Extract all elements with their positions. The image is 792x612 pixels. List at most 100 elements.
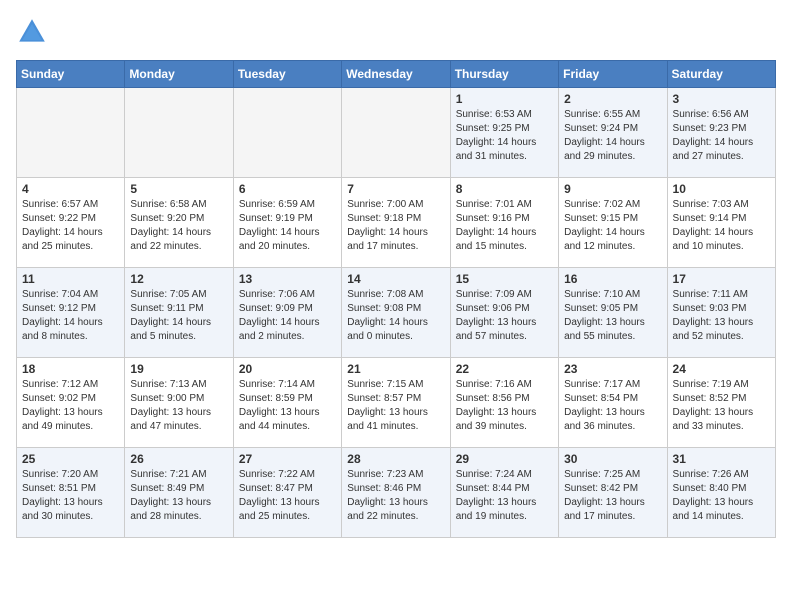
calendar-cell: 21 Sunrise: 7:15 AM Sunset: 8:57 PM Dayli… <box>342 358 450 448</box>
weekday-header-monday: Monday <box>125 61 233 88</box>
calendar-week-row: 1 Sunrise: 6:53 AM Sunset: 9:25 PM Daylig… <box>17 88 776 178</box>
day-number: 29 <box>456 452 553 466</box>
day-info: Sunrise: 7:17 AM Sunset: 8:54 PM Dayligh… <box>564 378 661 434</box>
day-info: Sunrise: 7:15 AM Sunset: 8:57 PM Dayligh… <box>347 378 444 434</box>
day-number: 3 <box>673 92 770 106</box>
calendar-cell: 24Sunrise: 7:19 AM Sunset: 8:52 PM Dayli… <box>667 358 775 448</box>
calendar-cell <box>233 88 341 178</box>
day-info: Sunrise: 7:05 AM Sunset: 9:11 PM Dayligh… <box>130 288 227 344</box>
calendar-cell: 18 Sunrise: 7:12 AM Sunset: 9:02 PM Dayli… <box>17 358 125 448</box>
day-info: Sunrise: 7:25 AM Sunset: 8:42 PM Dayligh… <box>564 468 661 524</box>
calendar-cell: 13 Sunrise: 7:06 AM Sunset: 9:09 PM Dayli… <box>233 268 341 358</box>
calendar-cell: 26 Sunrise: 7:21 AM Sunset: 8:49 PM Dayli… <box>125 448 233 538</box>
day-info: Sunrise: 7:11 AM Sunset: 9:03 PM Dayligh… <box>673 288 770 344</box>
day-info: Sunrise: 7:23 AM Sunset: 8:46 PM Dayligh… <box>347 468 444 524</box>
day-number: 14 <box>347 272 444 286</box>
calendar-cell: 3 Sunrise: 6:56 AM Sunset: 9:23 PM Daylig… <box>667 88 775 178</box>
day-info: Sunrise: 6:53 AM Sunset: 9:25 PM Dayligh… <box>456 108 553 164</box>
day-number: 7 <box>347 182 444 196</box>
day-number: 12 <box>130 272 227 286</box>
calendar-cell: 30Sunrise: 7:25 AM Sunset: 8:42 PM Dayli… <box>559 448 667 538</box>
day-info: Sunrise: 7:08 AM Sunset: 9:08 PM Dayligh… <box>347 288 444 344</box>
day-info: Sunrise: 7:12 AM Sunset: 9:02 PM Dayligh… <box>22 378 119 434</box>
calendar-cell: 27 Sunrise: 7:22 AM Sunset: 8:47 PM Dayli… <box>233 448 341 538</box>
day-info: Sunrise: 6:58 AM Sunset: 9:20 PM Dayligh… <box>130 198 227 254</box>
calendar-cell: 31 Sunrise: 7:26 AM Sunset: 8:40 PM Dayli… <box>667 448 775 538</box>
calendar-table: SundayMondayTuesdayWednesdayThursdayFrid… <box>16 60 776 538</box>
calendar-cell: 14 Sunrise: 7:08 AM Sunset: 9:08 PM Dayli… <box>342 268 450 358</box>
calendar-cell <box>342 88 450 178</box>
weekday-header-thursday: Thursday <box>450 61 558 88</box>
day-info: Sunrise: 7:04 AM Sunset: 9:12 PM Dayligh… <box>22 288 119 344</box>
calendar-cell: 5 Sunrise: 6:58 AM Sunset: 9:20 PM Daylig… <box>125 178 233 268</box>
day-number: 8 <box>456 182 553 196</box>
weekday-header-friday: Friday <box>559 61 667 88</box>
weekday-header-saturday: Saturday <box>667 61 775 88</box>
day-number: 18 <box>22 362 119 376</box>
calendar-week-row: 4 Sunrise: 6:57 AM Sunset: 9:22 PM Daylig… <box>17 178 776 268</box>
page-header <box>16 16 776 48</box>
day-info: Sunrise: 6:56 AM Sunset: 9:23 PM Dayligh… <box>673 108 770 164</box>
day-info: Sunrise: 7:26 AM Sunset: 8:40 PM Dayligh… <box>673 468 770 524</box>
calendar-cell: 9Sunrise: 7:02 AM Sunset: 9:15 PM Daylig… <box>559 178 667 268</box>
weekday-header-sunday: Sunday <box>17 61 125 88</box>
weekday-header-tuesday: Tuesday <box>233 61 341 88</box>
day-number: 19 <box>130 362 227 376</box>
calendar-week-row: 25 Sunrise: 7:20 AM Sunset: 8:51 PM Dayli… <box>17 448 776 538</box>
day-info: Sunrise: 7:02 AM Sunset: 9:15 PM Dayligh… <box>564 198 661 254</box>
day-info: Sunrise: 7:22 AM Sunset: 8:47 PM Dayligh… <box>239 468 336 524</box>
day-info: Sunrise: 7:01 AM Sunset: 9:16 PM Dayligh… <box>456 198 553 254</box>
day-number: 5 <box>130 182 227 196</box>
day-number: 22 <box>456 362 553 376</box>
calendar-week-row: 11Sunrise: 7:04 AM Sunset: 9:12 PM Dayli… <box>17 268 776 358</box>
day-number: 16 <box>564 272 661 286</box>
day-info: Sunrise: 7:16 AM Sunset: 8:56 PM Dayligh… <box>456 378 553 434</box>
day-number: 31 <box>673 452 770 466</box>
calendar-cell: 7 Sunrise: 7:00 AM Sunset: 9:18 PM Daylig… <box>342 178 450 268</box>
weekday-header-wednesday: Wednesday <box>342 61 450 88</box>
day-info: Sunrise: 7:03 AM Sunset: 9:14 PM Dayligh… <box>673 198 770 254</box>
calendar-cell: 20 Sunrise: 7:14 AM Sunset: 8:59 PM Dayli… <box>233 358 341 448</box>
day-number: 25 <box>22 452 119 466</box>
day-number: 23 <box>564 362 661 376</box>
calendar-cell: 10Sunrise: 7:03 AM Sunset: 9:14 PM Dayli… <box>667 178 775 268</box>
day-info: Sunrise: 7:06 AM Sunset: 9:09 PM Dayligh… <box>239 288 336 344</box>
day-info: Sunrise: 7:20 AM Sunset: 8:51 PM Dayligh… <box>22 468 119 524</box>
day-info: Sunrise: 7:14 AM Sunset: 8:59 PM Dayligh… <box>239 378 336 434</box>
calendar-cell: 4 Sunrise: 6:57 AM Sunset: 9:22 PM Daylig… <box>17 178 125 268</box>
day-info: Sunrise: 7:00 AM Sunset: 9:18 PM Dayligh… <box>347 198 444 254</box>
day-number: 2 <box>564 92 661 106</box>
calendar-cell: 19Sunrise: 7:13 AM Sunset: 9:00 PM Dayli… <box>125 358 233 448</box>
day-info: Sunrise: 6:57 AM Sunset: 9:22 PM Dayligh… <box>22 198 119 254</box>
calendar-cell: 16 Sunrise: 7:10 AM Sunset: 9:05 PM Dayli… <box>559 268 667 358</box>
calendar-cell: 6Sunrise: 6:59 AM Sunset: 9:19 PM Daylig… <box>233 178 341 268</box>
logo-icon <box>16 16 48 48</box>
calendar-cell: 2 Sunrise: 6:55 AM Sunset: 9:24 PM Daylig… <box>559 88 667 178</box>
day-info: Sunrise: 7:10 AM Sunset: 9:05 PM Dayligh… <box>564 288 661 344</box>
calendar-cell: 1 Sunrise: 6:53 AM Sunset: 9:25 PM Daylig… <box>450 88 558 178</box>
day-info: Sunrise: 6:59 AM Sunset: 9:19 PM Dayligh… <box>239 198 336 254</box>
day-number: 26 <box>130 452 227 466</box>
logo <box>16 16 52 48</box>
day-number: 4 <box>22 182 119 196</box>
day-number: 24 <box>673 362 770 376</box>
day-number: 28 <box>347 452 444 466</box>
calendar-cell: 15Sunrise: 7:09 AM Sunset: 9:06 PM Dayli… <box>450 268 558 358</box>
day-info: Sunrise: 7:21 AM Sunset: 8:49 PM Dayligh… <box>130 468 227 524</box>
calendar-cell: 17Sunrise: 7:11 AM Sunset: 9:03 PM Dayli… <box>667 268 775 358</box>
weekday-header-row: SundayMondayTuesdayWednesdayThursdayFrid… <box>17 61 776 88</box>
day-number: 20 <box>239 362 336 376</box>
calendar-cell: 23 Sunrise: 7:17 AM Sunset: 8:54 PM Dayli… <box>559 358 667 448</box>
day-number: 1 <box>456 92 553 106</box>
calendar-cell <box>125 88 233 178</box>
calendar-cell: 28 Sunrise: 7:23 AM Sunset: 8:46 PM Dayli… <box>342 448 450 538</box>
day-info: Sunrise: 6:55 AM Sunset: 9:24 PM Dayligh… <box>564 108 661 164</box>
calendar-cell: 29 Sunrise: 7:24 AM Sunset: 8:44 PM Dayli… <box>450 448 558 538</box>
day-number: 27 <box>239 452 336 466</box>
day-info: Sunrise: 7:24 AM Sunset: 8:44 PM Dayligh… <box>456 468 553 524</box>
day-number: 21 <box>347 362 444 376</box>
day-number: 13 <box>239 272 336 286</box>
calendar-cell: 8 Sunrise: 7:01 AM Sunset: 9:16 PM Daylig… <box>450 178 558 268</box>
calendar-cell: 11Sunrise: 7:04 AM Sunset: 9:12 PM Dayli… <box>17 268 125 358</box>
calendar-cell: 12 Sunrise: 7:05 AM Sunset: 9:11 PM Dayli… <box>125 268 233 358</box>
